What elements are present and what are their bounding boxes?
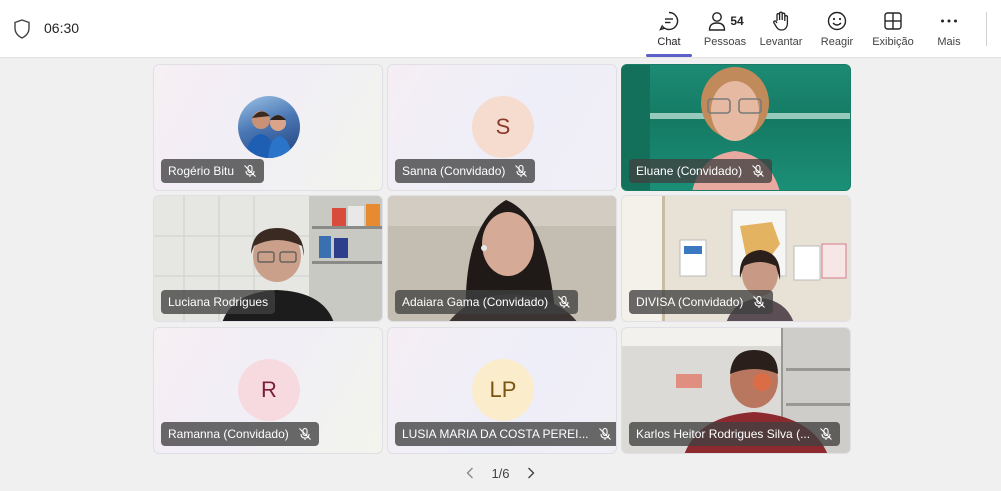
mic-off-icon [244, 164, 256, 177]
participant-tile[interactable]: S Sanna (Convidado) [387, 64, 617, 191]
raise-hand-label: Levantar [759, 36, 803, 48]
participant-tile[interactable]: Adaiara Gama (Convidado) [387, 195, 617, 322]
mic-off-icon [298, 427, 311, 440]
profile-photo-avatar [238, 96, 300, 158]
avatar-initials: R [261, 377, 277, 402]
profile-photo-icon [246, 111, 292, 158]
participant-tile[interactable]: R Ramanna (Convidado) [153, 327, 383, 454]
participant-tile[interactable]: Rogério Bitu [153, 64, 383, 191]
mic-off-icon [752, 164, 764, 177]
chat-label: Chat [657, 36, 681, 48]
meeting-timer: 06:30 [44, 20, 80, 36]
participant-name-tag: Karlos Heitor Rodrigues Silva (... [629, 422, 841, 446]
chevron-right-icon [527, 467, 535, 479]
more-label: Mais [937, 36, 961, 48]
toolbar-divider [986, 12, 987, 46]
chevron-left-icon [466, 467, 474, 479]
mic-off-icon [598, 427, 611, 440]
smiley-icon [826, 8, 848, 34]
participant-name-tag: Eluane (Convidado) [629, 159, 773, 183]
react-label: Reagir [820, 36, 854, 48]
mic-off-icon [820, 427, 832, 440]
participant-name: LUSIA MARIA DA COSTA PEREI... [402, 427, 589, 441]
page-indicator: 1/6 [491, 465, 510, 481]
initials-avatar: R [238, 359, 300, 421]
shield-icon [14, 19, 30, 39]
initials-avatar: LP [472, 359, 534, 421]
participant-tile[interactable]: DIVISA (Convidado) [621, 195, 851, 322]
chat-icon [658, 8, 680, 34]
avatar-initials: LP [489, 377, 517, 402]
previous-page-button[interactable] [459, 463, 481, 483]
participant-tile[interactable]: LP LUSIA MARIA DA COSTA PEREI... [387, 327, 617, 454]
meeting-top-bar: 06:30 Chat 54 Pessoas Levantar Reagir Ex… [0, 0, 1001, 58]
raise-hand-button[interactable]: Levantar [759, 8, 803, 54]
mic-off-icon [558, 295, 570, 308]
participant-name-tag: Ramanna (Convidado) [161, 422, 319, 446]
view-label: Exibição [872, 36, 914, 48]
next-page-button[interactable] [520, 463, 542, 483]
mic-off-icon [753, 295, 766, 308]
gallery-pagination: 1/6 [0, 463, 1001, 483]
react-button[interactable]: Reagir [819, 8, 855, 54]
participant-name-tag: Luciana Rodrigues [161, 290, 276, 314]
participant-tile[interactable]: Luciana Rodrigues [153, 195, 383, 322]
chat-button[interactable]: Chat [651, 8, 687, 54]
participant-name-tag: Adaiara Gama (Convidado) [395, 290, 579, 314]
participant-name: Eluane (Convidado) [636, 164, 743, 178]
participant-tile[interactable]: Karlos Heitor Rodrigues Silva (... [621, 327, 851, 454]
participant-name: Adaiara Gama (Convidado) [402, 295, 549, 309]
chat-active-indicator [646, 54, 692, 57]
participant-name: DIVISA (Convidado) [636, 295, 744, 309]
participant-name-tag: LUSIA MARIA DA COSTA PEREI... [395, 422, 616, 446]
grid-view-icon [882, 8, 904, 34]
participant-name-tag: DIVISA (Convidado) [629, 290, 774, 314]
people-label: Pessoas [703, 36, 747, 48]
participant-tile[interactable]: Eluane (Convidado) [621, 64, 851, 191]
raise-hand-icon [770, 8, 792, 34]
more-button[interactable]: Mais [933, 8, 965, 54]
mic-off-icon [515, 164, 528, 177]
participant-name: Ramanna (Convidado) [168, 427, 289, 441]
participant-name: Luciana Rodrigues [168, 295, 269, 309]
people-count: 54 [730, 14, 744, 28]
participant-name: Sanna (Convidado) [402, 164, 506, 178]
participant-name-tag: Sanna (Convidado) [395, 159, 536, 183]
view-button[interactable]: Exibição [870, 8, 916, 54]
people-button[interactable]: 54 Pessoas [703, 8, 747, 54]
participant-name: Rogério Bitu [168, 164, 235, 178]
participant-name-tag: Rogério Bitu [161, 159, 265, 183]
initials-avatar: S [472, 96, 534, 158]
more-dots-icon [938, 8, 960, 34]
avatar-initials: S [495, 114, 511, 139]
people-icon [709, 12, 726, 31]
participant-name: Karlos Heitor Rodrigues Silva (... [636, 427, 811, 441]
